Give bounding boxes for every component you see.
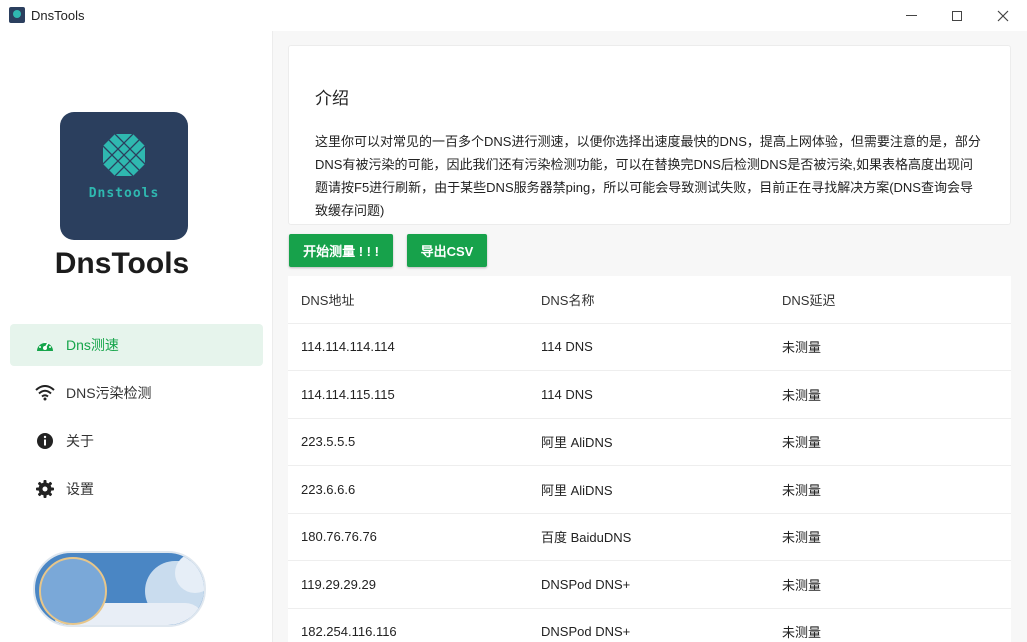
header-dns-address[interactable]: DNS地址 [288, 290, 528, 309]
start-measure-button[interactable]: 开始测量 ! ! ! [289, 234, 393, 267]
cell-name: 阿里 AliDNS [541, 482, 613, 498]
nav-dns-speed[interactable]: Dns测速 [10, 324, 263, 366]
gem-icon [102, 133, 146, 177]
info-icon [35, 431, 55, 451]
close-icon [997, 10, 1009, 21]
cell-name: 阿里 AliDNS [541, 435, 613, 451]
table-row[interactable]: 180.76.76.76 百度 BaiduDNS 未测量 [288, 514, 1011, 561]
gear-icon [35, 479, 55, 499]
cell-latency: 未测量 [782, 530, 822, 546]
table-row[interactable]: 223.5.5.5 阿里 AliDNS 未测量 [288, 419, 1011, 466]
app-name: DnsTools [54, 247, 190, 280]
table-row[interactable]: 119.29.29.29 DNSPod DNS+ 未测量 [288, 561, 1011, 609]
maximize-button[interactable] [934, 0, 980, 31]
cell-latency: 未测量 [782, 435, 822, 451]
cell-address: 119.29.29.29 [301, 576, 376, 592]
nav-label: 设置 [66, 481, 94, 497]
table-row[interactable]: 114.114.114.114 114 DNS 未测量 [288, 324, 1011, 371]
logo-text: Dnstools [88, 186, 160, 201]
nav-settings[interactable]: 设置 [10, 468, 263, 510]
table-row[interactable]: 114.114.115.115 114 DNS 未测量 [288, 371, 1011, 419]
nav-label: 关于 [66, 433, 94, 449]
theme-toggle[interactable] [33, 551, 206, 627]
minimize-icon [905, 15, 917, 16]
cell-name: 114 DNS [541, 386, 593, 402]
nav-label: Dns测速 [66, 337, 119, 353]
header-dns-name[interactable]: DNS名称 [528, 290, 769, 309]
cell-address: 114.114.115.115 [301, 386, 395, 402]
wifi-icon [35, 383, 55, 403]
table-row[interactable]: 223.6.6.6 阿里 AliDNS 未测量 [288, 466, 1011, 514]
table-header: DNS地址 DNS名称 DNS延迟 [288, 276, 1011, 324]
cell-address: 182.254.116.116 [301, 624, 397, 640]
cell-latency: 未测量 [782, 340, 822, 356]
intro-title: 介绍 [315, 89, 349, 108]
window-title: DnsTools [31, 8, 85, 23]
cell-address: 223.6.6.6 [301, 481, 356, 497]
header-dns-latency[interactable]: DNS延迟 [769, 290, 1011, 309]
speedometer-icon [35, 335, 55, 355]
app-logo: Dnstools [60, 112, 188, 240]
table-row[interactable]: 182.254.116.116 DNSPod DNS+ 未测量 [288, 609, 1011, 642]
dns-table: DNS地址 DNS名称 DNS延迟 114.114.114.114 114 DN… [288, 276, 1011, 642]
cell-latency: 未测量 [782, 625, 822, 641]
maximize-icon [952, 10, 962, 21]
nav-label: DNS污染检测 [66, 385, 152, 401]
cell-address: 114.114.114.114 [301, 339, 395, 355]
cell-latency: 未测量 [782, 577, 822, 593]
cell-latency: 未测量 [782, 482, 822, 498]
title-bar: DnsTools [0, 0, 1027, 31]
intro-text: 这里你可以对常见的一百多个DNS进行测速，以便你选择出速度最快的DNS，提高上网… [315, 134, 981, 218]
cell-address: 180.76.76.76 [301, 529, 377, 545]
nav-about[interactable]: 关于 [10, 420, 263, 462]
nav-dns-pollution[interactable]: DNS污染检测 [10, 372, 263, 414]
cell-address: 223.5.5.5 [301, 434, 356, 450]
cell-latency: 未测量 [782, 387, 822, 403]
toggle-knob [39, 557, 107, 625]
cell-name: DNSPod DNS+ [541, 576, 631, 592]
intro-card: 介绍 这里你可以对常见的一百多个DNS进行测速，以便你选择出速度最快的DNS，提… [288, 45, 1011, 225]
close-button[interactable] [980, 0, 1026, 31]
export-csv-button[interactable]: 导出CSV [407, 234, 487, 267]
cell-name: 百度 BaiduDNS [541, 530, 632, 546]
app-icon [9, 7, 25, 23]
sidebar: Dnstools DnsTools Dns测速 DNS污染检测 关于 设置 [0, 31, 273, 642]
cell-name: 114 DNS [541, 339, 593, 355]
minimize-button[interactable] [888, 0, 934, 31]
cell-name: DNSPod DNS+ [541, 624, 631, 640]
main-content: 介绍 这里你可以对常见的一百多个DNS进行测速，以便你选择出速度最快的DNS，提… [273, 31, 1027, 642]
